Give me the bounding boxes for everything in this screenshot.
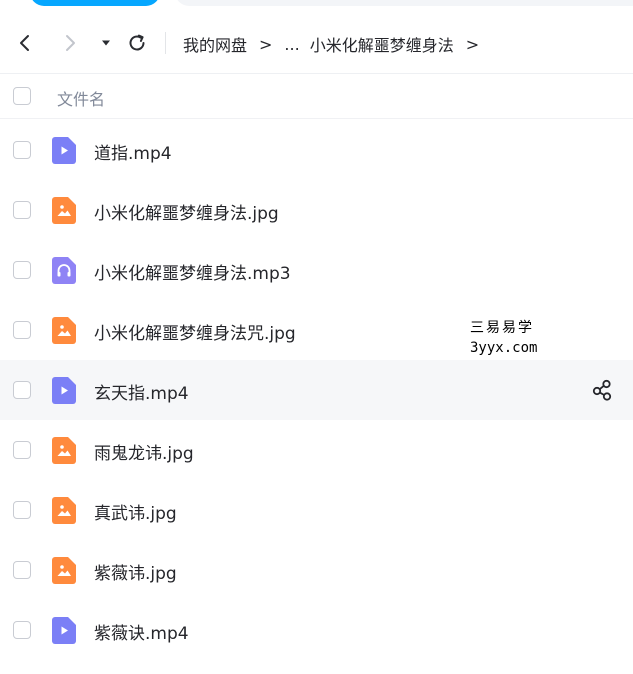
forward-button[interactable] <box>57 30 83 56</box>
image-file-icon <box>52 317 76 344</box>
file-row[interactable]: 紫薇讳.jpg <box>0 540 633 600</box>
file-browser: 我的网盘 > ... 小米化解噩梦缠身法 > 文件名 道指.mp4 小米化解噩梦… <box>0 0 633 674</box>
file-row[interactable]: 道指.mp4 <box>0 120 633 180</box>
breadcrumb-item-ellipsis[interactable]: ... <box>284 35 299 54</box>
file-name[interactable]: 紫薇诀.mp4 <box>94 619 189 644</box>
row-checkbox[interactable] <box>13 261 31 279</box>
video-file-icon <box>52 137 76 164</box>
row-checkbox[interactable] <box>13 561 31 579</box>
top-search-area <box>0 0 633 10</box>
search-bar[interactable] <box>175 0 633 6</box>
refresh-icon <box>129 34 145 51</box>
breadcrumb-separator: > <box>259 34 273 54</box>
file-name[interactable]: 道指.mp4 <box>94 139 172 164</box>
row-checkbox[interactable] <box>13 501 31 519</box>
file-name[interactable]: 玄天指.mp4 <box>94 379 189 404</box>
file-row[interactable]: 紫薇诀.mp4 <box>0 600 633 660</box>
history-dropdown-button[interactable] <box>93 30 119 56</box>
image-file-icon <box>52 197 76 224</box>
navigation-bar: 我的网盘 > ... 小米化解噩梦缠身法 > <box>0 18 633 70</box>
file-name[interactable]: 雨鬼龙讳.jpg <box>94 439 194 464</box>
share-icon[interactable] <box>591 378 615 402</box>
watermark-url: 3yyx.com <box>470 340 538 356</box>
row-checkbox[interactable] <box>13 381 31 399</box>
list-header: 文件名 <box>0 76 633 119</box>
row-checkbox[interactable] <box>13 141 31 159</box>
breadcrumb-item-root[interactable]: 我的网盘 <box>183 32 247 56</box>
nav-divider <box>165 32 166 54</box>
select-all-checkbox[interactable] <box>13 87 31 105</box>
file-list: 道指.mp4 小米化解噩梦缠身法.jpg 小米化解噩梦缠身法.mp3 小米化解噩… <box>0 120 633 660</box>
image-file-icon <box>52 437 76 464</box>
divider <box>0 73 633 74</box>
file-name[interactable]: 真武讳.jpg <box>94 499 177 524</box>
image-file-icon <box>52 497 76 524</box>
file-name[interactable]: 小米化解噩梦缠身法.mp3 <box>94 259 291 284</box>
file-name[interactable]: 紫薇讳.jpg <box>94 559 177 584</box>
chevron-right-icon <box>66 35 75 51</box>
refresh-button[interactable] <box>124 30 150 56</box>
audio-file-icon <box>52 257 76 284</box>
back-button[interactable] <box>12 30 38 56</box>
breadcrumb-separator: > <box>465 34 480 54</box>
row-checkbox[interactable] <box>13 321 31 339</box>
row-checkbox[interactable] <box>13 441 31 459</box>
row-checkbox[interactable] <box>13 621 31 639</box>
file-row[interactable]: 真武讳.jpg <box>0 480 633 540</box>
video-file-icon <box>52 617 76 644</box>
upload-button[interactable] <box>30 0 160 6</box>
row-checkbox[interactable] <box>13 201 31 219</box>
image-file-icon <box>52 557 76 584</box>
file-row[interactable]: 雨鬼龙讳.jpg <box>0 420 633 480</box>
file-name[interactable]: 小米化解噩梦缠身法.jpg <box>94 199 279 224</box>
chevron-left-icon <box>20 35 29 51</box>
caret-down-icon <box>102 40 110 46</box>
file-row[interactable]: 小米化解噩梦缠身法.mp3 <box>0 240 633 300</box>
file-row[interactable]: 小米化解噩梦缠身法.jpg <box>0 180 633 240</box>
watermark: 三易易学 3yyx.com <box>470 318 550 358</box>
file-name[interactable]: 小米化解噩梦缠身法咒.jpg <box>94 319 296 344</box>
video-file-icon <box>52 377 76 404</box>
breadcrumb: 我的网盘 > ... 小米化解噩梦缠身法 > <box>183 31 491 57</box>
watermark-text: 三易易学 <box>470 320 534 336</box>
breadcrumb-item-current[interactable]: 小米化解噩梦缠身法 <box>310 32 454 56</box>
file-row[interactable]: 玄天指.mp4 <box>0 360 633 420</box>
column-header-filename[interactable]: 文件名 <box>57 86 105 110</box>
